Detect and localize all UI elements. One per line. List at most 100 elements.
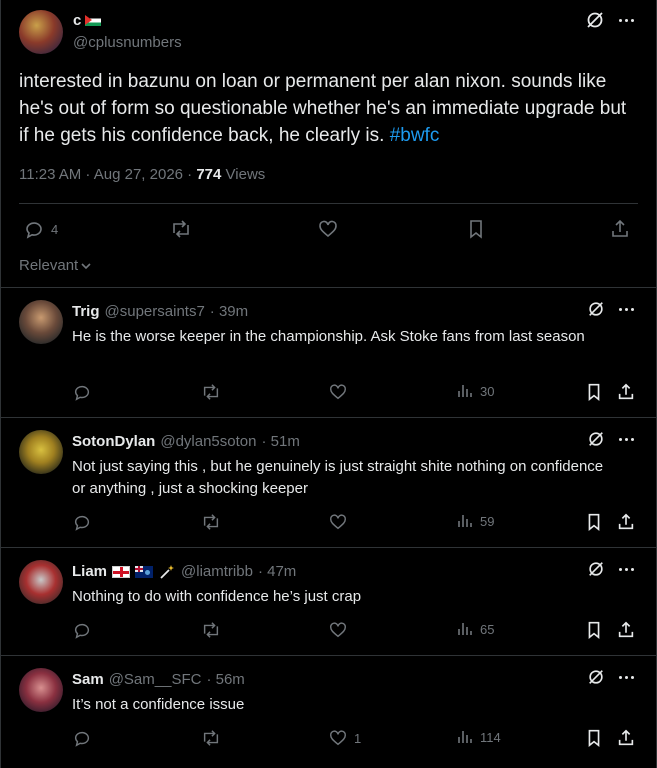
views-button[interactable]: 65 — [456, 620, 494, 638]
reply-author-handle[interactable]: @supersaints7 — [105, 303, 205, 320]
tweet-text: interested in bazunu on loan or permanen… — [19, 68, 639, 149]
repost-button[interactable] — [169, 218, 193, 240]
grok-icon[interactable] — [587, 430, 605, 448]
reply-actions: 65 — [72, 620, 636, 642]
like-button[interactable] — [328, 620, 354, 640]
more-options-icon[interactable] — [619, 675, 634, 679]
share-button[interactable] — [616, 728, 636, 748]
palestine-flag-icon — [85, 15, 102, 26]
analytics-icon — [458, 731, 472, 743]
like-button[interactable] — [328, 512, 354, 532]
grok-icon[interactable] — [585, 10, 605, 30]
reply-top-icons — [587, 560, 634, 578]
reply-actions: 1 114 — [72, 728, 636, 750]
reply-button[interactable] — [72, 512, 92, 532]
bookmark-button[interactable] — [584, 620, 604, 640]
grok-icon[interactable] — [587, 668, 605, 686]
analytics-icon — [458, 623, 472, 635]
reply-button[interactable] — [72, 620, 92, 640]
repost-button[interactable] — [200, 620, 222, 640]
repost-button[interactable] — [200, 512, 222, 532]
reply-author-name[interactable]: Trig — [72, 303, 100, 320]
heart-icon — [319, 220, 337, 238]
england-flag-icon — [112, 565, 131, 578]
reply-tweet[interactable]: Liam @liamtribb · 47m Nothing to do with… — [1, 548, 656, 656]
views-button[interactable]: 59 — [456, 512, 494, 530]
avatar[interactable] — [19, 560, 63, 604]
share-button[interactable] — [609, 218, 631, 240]
more-options-icon[interactable] — [619, 567, 634, 571]
reply-tweet[interactable]: Sam @Sam__SFC · 56m It’s not a confidenc… — [1, 656, 656, 768]
view-count: 30 — [480, 383, 495, 399]
reply-tweet[interactable]: SotonDylan @dylan5soton · 51m Not just s… — [1, 418, 656, 548]
repost-button[interactable] — [200, 382, 222, 402]
author-name-text: c — [73, 12, 82, 29]
heart-icon — [330, 622, 346, 638]
sort-replies-dropdown[interactable]: Relevant — [19, 257, 92, 274]
reply-author-name[interactable]: Liam — [72, 563, 107, 580]
tweet-actions: 4 — [19, 218, 638, 244]
reply-button[interactable] — [72, 382, 92, 402]
bookmark-button[interactable] — [584, 512, 604, 532]
avatar[interactable] — [19, 300, 63, 344]
reply-author-name[interactable]: SotonDylan — [72, 433, 155, 450]
hashtag-link[interactable]: #bwfc — [390, 125, 440, 146]
view-count: 114 — [480, 729, 501, 745]
reply-author-handle[interactable]: @dylan5soton — [160, 433, 256, 450]
repost-icon — [203, 622, 219, 638]
reply-author-handle[interactable]: @liamtribb — [181, 563, 253, 580]
reply-tweet[interactable]: Trig @supersaints7 · 39m He is the worse… — [1, 288, 656, 418]
like-button[interactable]: 1 — [328, 728, 361, 748]
bookmark-icon — [470, 220, 482, 239]
reply-text: It’s not a confidence issue — [72, 696, 245, 713]
author-handle[interactable]: @cplusnumbers — [73, 34, 182, 51]
view-count: 65 — [480, 621, 495, 637]
views-button[interactable]: 114 — [456, 728, 501, 746]
bookmark-icon — [588, 729, 600, 747]
reply-time[interactable]: · 39m — [210, 303, 248, 320]
share-button[interactable] — [616, 512, 636, 532]
grok-icon[interactable] — [587, 560, 605, 578]
author-name[interactable]: c — [73, 12, 102, 29]
more-options-icon[interactable] — [619, 307, 634, 311]
reply-text: Nothing to do with confidence he’s just … — [72, 588, 362, 605]
share-button[interactable] — [616, 620, 636, 640]
avatar[interactable] — [19, 668, 63, 712]
bookmark-button[interactable] — [584, 728, 604, 748]
tweet-timestamp[interactable]: 11:23 AM · Aug 27, 2026 · — [19, 166, 196, 183]
reply-icon — [74, 623, 90, 639]
share-icon — [618, 513, 634, 530]
grok-icon[interactable] — [587, 300, 605, 318]
more-options-icon[interactable] — [619, 437, 634, 441]
chevron-down-icon — [81, 262, 91, 269]
reply-button[interactable]: 4 — [23, 218, 58, 240]
more-options-icon[interactable] — [619, 18, 634, 22]
heart-icon — [330, 514, 346, 530]
reply-author-name[interactable]: Sam — [72, 671, 104, 688]
avatar[interactable] — [19, 10, 63, 54]
repost-icon — [203, 514, 219, 530]
views-button[interactable]: 30 — [456, 382, 494, 400]
share-button[interactable] — [616, 382, 636, 402]
reply-author-handle[interactable]: @Sam__SFC — [109, 671, 202, 688]
reply-button[interactable] — [72, 728, 92, 748]
reply-header: Liam @liamtribb · 47m — [72, 563, 296, 580]
reply-icon — [26, 222, 42, 239]
repost-icon — [203, 384, 219, 400]
like-button[interactable] — [317, 218, 339, 240]
reply-top-icons — [587, 430, 634, 448]
repost-icon — [203, 730, 219, 746]
bookmark-button[interactable] — [584, 382, 604, 402]
reply-time[interactable]: · 47m — [258, 563, 296, 580]
bookmark-icon — [588, 513, 600, 531]
reply-actions: 30 — [72, 382, 636, 404]
reply-time[interactable]: · 56m — [206, 671, 244, 688]
reply-count: 4 — [51, 221, 59, 237]
like-button[interactable] — [328, 382, 354, 402]
bookmark-button[interactable] — [465, 218, 487, 240]
reply-text: Not just saying this , but he genuinely … — [72, 458, 604, 497]
share-icon — [618, 729, 634, 746]
repost-button[interactable] — [200, 728, 222, 748]
reply-time[interactable]: · 51m — [261, 433, 299, 450]
avatar[interactable] — [19, 430, 63, 474]
